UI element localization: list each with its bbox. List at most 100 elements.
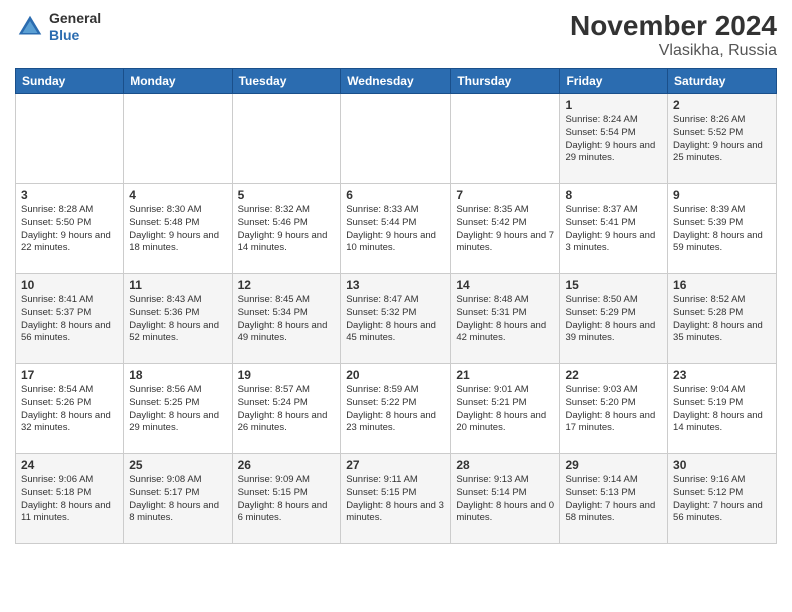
calendar-cell: 20 Sunrise: 8:59 AM Sunset: 5:22 PM Dayli…: [341, 364, 451, 454]
day-number: 22: [565, 368, 662, 382]
day-number: 20: [346, 368, 445, 382]
calendar-cell: 14Sunrise: 8:48 AM Sunset: 5:31 PM Dayli…: [451, 274, 560, 364]
day-number: 23: [673, 368, 771, 382]
day-info: Sunrise: 8:50 AM Sunset: 5:29 PM Dayligh…: [565, 294, 662, 345]
calendar-cell: 25 Sunrise: 9:08 AM Sunset: 5:17 PM Dayli…: [124, 454, 232, 544]
day-info: Sunrise: 8:47 AM Sunset: 5:32 PM Dayligh…: [346, 294, 445, 345]
day-info: Sunrise: 9:09 AM Sunset: 5:15 PM Dayligh…: [238, 474, 336, 525]
page: General Blue November 2024 Vlasikha, Rus…: [0, 0, 792, 612]
day-info: Sunrise: 9:01 AM Sunset: 5:21 PM Dayligh…: [456, 384, 554, 435]
day-info: Sunrise: 8:57 AM Sunset: 5:24 PM Dayligh…: [238, 384, 336, 435]
calendar-cell: 22 Sunrise: 9:03 AM Sunset: 5:20 PM Dayli…: [560, 364, 668, 454]
calendar-cell: [341, 94, 451, 184]
day-info: Sunrise: 8:52 AM Sunset: 5:28 PM Dayligh…: [673, 294, 771, 345]
day-number: 7: [456, 188, 554, 202]
day-info: Sunrise: 8:59 AM Sunset: 5:22 PM Dayligh…: [346, 384, 445, 435]
day-number: 2: [673, 98, 771, 112]
day-info: Sunrise: 9:04 AM Sunset: 5:19 PM Dayligh…: [673, 384, 771, 435]
col-sunday: Sunday: [16, 69, 124, 94]
logo-blue: Blue: [49, 27, 101, 44]
day-number: 25: [129, 458, 226, 472]
header: General Blue November 2024 Vlasikha, Rus…: [15, 10, 777, 60]
day-info: Sunrise: 8:24 AM Sunset: 5:54 PM Dayligh…: [565, 114, 662, 165]
day-number: 11: [129, 278, 226, 292]
calendar-cell: 21Sunrise: 9:01 AM Sunset: 5:21 PM Dayli…: [451, 364, 560, 454]
calendar-title: November 2024: [570, 10, 777, 42]
title-block: November 2024 Vlasikha, Russia: [570, 10, 777, 60]
day-info: Sunrise: 8:30 AM Sunset: 5:48 PM Dayligh…: [129, 204, 226, 255]
day-number: 1: [565, 98, 662, 112]
calendar-cell: 17 Sunrise: 8:54 AM Sunset: 5:26 PM Dayli…: [16, 364, 124, 454]
day-info: Sunrise: 8:32 AM Sunset: 5:46 PM Dayligh…: [238, 204, 336, 255]
day-info: Sunrise: 9:03 AM Sunset: 5:20 PM Dayligh…: [565, 384, 662, 435]
calendar-cell: 18 Sunrise: 8:56 AM Sunset: 5:25 PM Dayli…: [124, 364, 232, 454]
day-info: Sunrise: 8:33 AM Sunset: 5:44 PM Dayligh…: [346, 204, 445, 255]
calendar-cell: 30Sunrise: 9:16 AM Sunset: 5:12 PM Dayli…: [668, 454, 777, 544]
calendar-week-4: 17 Sunrise: 8:54 AM Sunset: 5:26 PM Dayli…: [16, 364, 777, 454]
calendar-cell: 5 Sunrise: 8:32 AM Sunset: 5:46 PM Daylig…: [232, 184, 341, 274]
day-info: Sunrise: 9:16 AM Sunset: 5:12 PM Dayligh…: [673, 474, 771, 525]
calendar-cell: [124, 94, 232, 184]
calendar-cell: 10Sunrise: 8:41 AM Sunset: 5:37 PM Dayli…: [16, 274, 124, 364]
calendar-cell: 24Sunrise: 9:06 AM Sunset: 5:18 PM Dayli…: [16, 454, 124, 544]
calendar-cell: 2 Sunrise: 8:26 AM Sunset: 5:52 PM Daylig…: [668, 94, 777, 184]
calendar-week-3: 10Sunrise: 8:41 AM Sunset: 5:37 PM Dayli…: [16, 274, 777, 364]
day-number: 29: [565, 458, 662, 472]
day-number: 28: [456, 458, 554, 472]
col-thursday: Thursday: [451, 69, 560, 94]
day-number: 18: [129, 368, 226, 382]
calendar-cell: [232, 94, 341, 184]
day-info: Sunrise: 8:37 AM Sunset: 5:41 PM Dayligh…: [565, 204, 662, 255]
day-info: Sunrise: 8:26 AM Sunset: 5:52 PM Dayligh…: [673, 114, 771, 165]
col-saturday: Saturday: [668, 69, 777, 94]
day-number: 19: [238, 368, 336, 382]
day-info: Sunrise: 9:14 AM Sunset: 5:13 PM Dayligh…: [565, 474, 662, 525]
logo-text: General Blue: [49, 10, 101, 44]
calendar-cell: 28 Sunrise: 9:13 AM Sunset: 5:14 PM Dayli…: [451, 454, 560, 544]
calendar-cell: 11 Sunrise: 8:43 AM Sunset: 5:36 PM Dayli…: [124, 274, 232, 364]
day-info: Sunrise: 8:54 AM Sunset: 5:26 PM Dayligh…: [21, 384, 118, 435]
calendar-cell: 9Sunrise: 8:39 AM Sunset: 5:39 PM Daylig…: [668, 184, 777, 274]
calendar-cell: 12 Sunrise: 8:45 AM Sunset: 5:34 PM Dayli…: [232, 274, 341, 364]
day-number: 8: [565, 188, 662, 202]
day-number: 14: [456, 278, 554, 292]
calendar-table: Sunday Monday Tuesday Wednesday Thursday…: [15, 68, 777, 544]
day-number: 15: [565, 278, 662, 292]
calendar-cell: [16, 94, 124, 184]
day-info: Sunrise: 8:39 AM Sunset: 5:39 PM Dayligh…: [673, 204, 771, 255]
logo-icon: [15, 12, 45, 42]
calendar-cell: 29 Sunrise: 9:14 AM Sunset: 5:13 PM Dayli…: [560, 454, 668, 544]
logo-general: General: [49, 10, 101, 27]
col-wednesday: Wednesday: [341, 69, 451, 94]
day-info: Sunrise: 9:13 AM Sunset: 5:14 PM Dayligh…: [456, 474, 554, 525]
calendar-header-row: Sunday Monday Tuesday Wednesday Thursday…: [16, 69, 777, 94]
calendar-week-5: 24Sunrise: 9:06 AM Sunset: 5:18 PM Dayli…: [16, 454, 777, 544]
day-info: Sunrise: 9:08 AM Sunset: 5:17 PM Dayligh…: [129, 474, 226, 525]
calendar-cell: [451, 94, 560, 184]
calendar-cell: 13Sunrise: 8:47 AM Sunset: 5:32 PM Dayli…: [341, 274, 451, 364]
day-number: 6: [346, 188, 445, 202]
day-number: 26: [238, 458, 336, 472]
day-number: 12: [238, 278, 336, 292]
calendar-cell: 8 Sunrise: 8:37 AM Sunset: 5:41 PM Daylig…: [560, 184, 668, 274]
calendar-cell: 1 Sunrise: 8:24 AM Sunset: 5:54 PM Daylig…: [560, 94, 668, 184]
day-info: Sunrise: 8:35 AM Sunset: 5:42 PM Dayligh…: [456, 204, 554, 255]
col-tuesday: Tuesday: [232, 69, 341, 94]
day-info: Sunrise: 8:41 AM Sunset: 5:37 PM Dayligh…: [21, 294, 118, 345]
day-info: Sunrise: 8:56 AM Sunset: 5:25 PM Dayligh…: [129, 384, 226, 435]
logo: General Blue: [15, 10, 101, 44]
calendar-cell: 23 Sunrise: 9:04 AM Sunset: 5:19 PM Dayli…: [668, 364, 777, 454]
col-monday: Monday: [124, 69, 232, 94]
day-info: Sunrise: 8:43 AM Sunset: 5:36 PM Dayligh…: [129, 294, 226, 345]
day-number: 24: [21, 458, 118, 472]
day-info: Sunrise: 8:45 AM Sunset: 5:34 PM Dayligh…: [238, 294, 336, 345]
calendar-subtitle: Vlasikha, Russia: [570, 42, 777, 60]
col-friday: Friday: [560, 69, 668, 94]
day-info: Sunrise: 9:11 AM Sunset: 5:15 PM Dayligh…: [346, 474, 445, 525]
day-number: 5: [238, 188, 336, 202]
day-number: 17: [21, 368, 118, 382]
day-info: Sunrise: 8:28 AM Sunset: 5:50 PM Dayligh…: [21, 204, 118, 255]
day-number: 16: [673, 278, 771, 292]
calendar-cell: 4Sunrise: 8:30 AM Sunset: 5:48 PM Daylig…: [124, 184, 232, 274]
calendar-week-1: 1 Sunrise: 8:24 AM Sunset: 5:54 PM Daylig…: [16, 94, 777, 184]
